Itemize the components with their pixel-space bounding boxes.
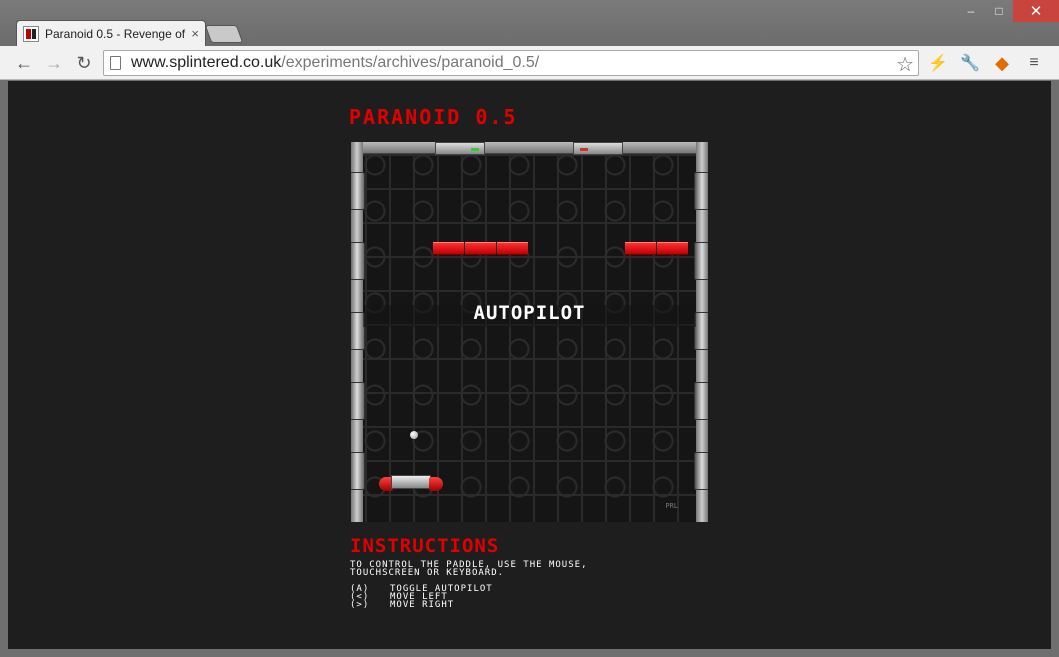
artist-signature: PRL — [665, 502, 678, 510]
top-gate-right — [573, 142, 623, 155]
ball — [410, 431, 418, 439]
wrench-extension-icon[interactable]: 🔧 — [958, 51, 982, 75]
key-action: MOVE RIGHT — [390, 600, 455, 610]
page-content: PARANOID 0.5 AUTOPILOT PRL INSTRUCTIONS … — [8, 81, 1051, 649]
bookmark-star-icon[interactable]: ☆ — [896, 52, 914, 77]
url-path: /experiments/archives/paranoid_0.5/ — [281, 54, 540, 71]
forward-button[interactable]: → — [42, 51, 66, 75]
brick — [465, 242, 496, 255]
avast-extension-icon[interactable]: ◆ — [990, 51, 1014, 75]
wall-segment — [351, 172, 365, 210]
wall-segment — [351, 242, 365, 280]
wall-segment — [694, 172, 708, 210]
back-button[interactable]: ← — [12, 51, 36, 75]
page-icon — [110, 56, 121, 70]
brick — [433, 242, 464, 255]
url-text: www.splintered.co.uk/experiments/archive… — [131, 54, 539, 72]
key-label: (>) — [350, 600, 370, 610]
brick — [497, 242, 528, 255]
maximize-button[interactable]: □ — [985, 0, 1013, 22]
tab-title: Paranoid 0.5 - Revenge of — [45, 26, 186, 41]
top-wall — [351, 142, 708, 154]
browser-toolbar: ← → ↻ www.splintered.co.uk/experiments/a… — [0, 46, 1059, 80]
paddle — [379, 475, 443, 491]
autopilot-label: AUTOPILOT — [473, 302, 586, 324]
title-bar: Paranoid 0.5 - Revenge of × ‒ □ ✕ — [0, 0, 1059, 46]
paddle-right-cap — [429, 477, 443, 491]
wall-segment — [694, 382, 708, 420]
brick — [657, 242, 688, 255]
wall-segment — [694, 452, 708, 490]
key-list: (A) TOGGLE AUTOPILOT (<) MOVE LEFT (>) M… — [350, 585, 493, 610]
flash-extension-icon[interactable]: ⚡ — [926, 51, 950, 75]
browser-window: Paranoid 0.5 - Revenge of × ‒ □ ✕ ← → ↻ … — [0, 0, 1059, 657]
wall-segment — [351, 382, 365, 420]
url-host: www.splintered.co.uk — [131, 54, 282, 71]
instructions-line: TOUCHSCREEN OR KEYBOARD. — [350, 568, 505, 578]
instructions-text: TO CONTROL THE PADDLE, USE THE MOUSE, TO… — [350, 561, 670, 578]
window-controls: ‒ □ ✕ — [957, 0, 1059, 22]
browser-tab[interactable]: Paranoid 0.5 - Revenge of × — [16, 20, 206, 46]
close-window-button[interactable]: ✕ — [1013, 0, 1059, 22]
minimize-button[interactable]: ‒ — [957, 0, 985, 22]
wall-segment — [351, 452, 365, 490]
wall-segment — [694, 242, 708, 280]
game-canvas[interactable]: AUTOPILOT PRL — [351, 142, 708, 522]
new-tab-button[interactable] — [204, 25, 244, 43]
tab-close-icon[interactable]: × — [191, 26, 199, 41]
reload-button[interactable]: ↻ — [72, 51, 96, 75]
brick — [625, 242, 656, 255]
game-title: PARANOID 0.5 — [349, 105, 518, 129]
menu-icon[interactable]: ≡ — [1022, 51, 1046, 75]
top-gate-left — [435, 142, 485, 155]
paddle-body — [391, 475, 431, 489]
key-row: (>) MOVE RIGHT — [350, 600, 493, 610]
instructions-heading: INSTRUCTIONS — [350, 535, 500, 557]
favicon-icon — [23, 25, 39, 42]
address-bar[interactable]: www.splintered.co.uk/experiments/archive… — [103, 50, 919, 76]
